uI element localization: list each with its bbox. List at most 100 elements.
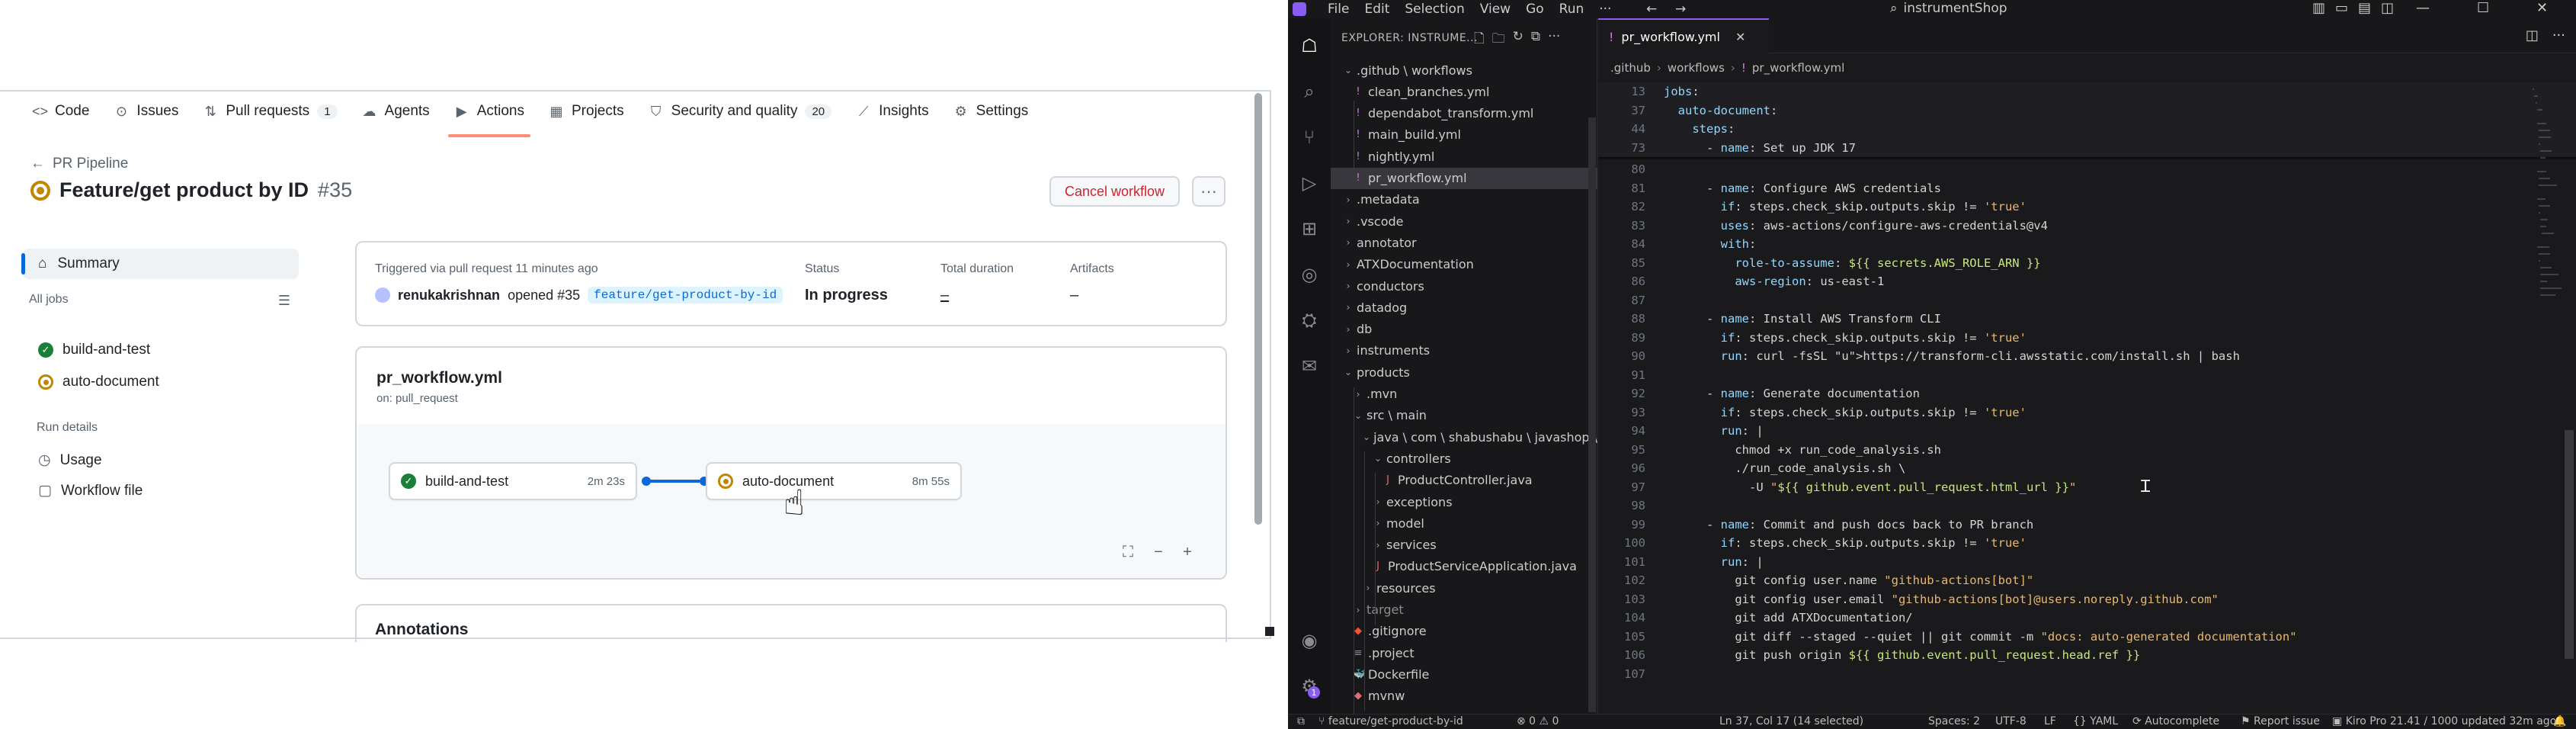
sidebar-item-usage[interactable]: ◷ Usage [38,451,102,469]
fullscreen-icon[interactable]: ⛶ [1114,540,1142,564]
actor-link[interactable]: renukakrishnan [398,287,500,303]
code-line[interactable]: 86 aws-region: us-east-1 [1598,272,2576,291]
tree-item[interactable]: ⌄ .github \ workflows [1331,59,1597,81]
tree-item[interactable]: › resources [1331,577,1597,599]
layout-toggle-icon[interactable]: ▥ [2312,0,2325,16]
tab-issues[interactable]: ⊙ Issues [101,96,191,127]
status-report-issue[interactable]: ⚑ Report issue [2241,715,2320,727]
menu-go[interactable]: Go [1518,2,1552,17]
code-line[interactable]: 91 [1598,366,2576,385]
tree-item[interactable]: ! clean_branches.yml [1331,81,1597,102]
code-line[interactable]: 107 [1598,665,2576,684]
tree-item[interactable]: › model [1331,512,1597,534]
breadcrumb-github[interactable]: .github [1610,61,1651,75]
github-mail-icon[interactable]: ✉ [1294,351,1325,381]
code-line[interactable]: 99 - name: Commit and push docs back to … [1598,515,2576,535]
sticky-scroll-line[interactable]: 37 auto-document: [1598,101,2576,120]
tab-insights[interactable]: ⟋ Insights [844,96,940,127]
menu-selection[interactable]: Selection [1397,2,1472,17]
code-line[interactable]: 106 git push origin ${{ github.event.pul… [1598,646,2576,665]
tab-actions[interactable]: ▶ Actions [442,96,537,137]
status-cursor-position[interactable]: Ln 37, Col 17 (14 selected) [1719,715,1863,727]
panel-toggle-icon[interactable]: ▭ [2335,0,2348,16]
code-line[interactable]: 88 - name: Install AWS Transform CLI [1598,310,2576,329]
tree-item[interactable]: ! nightly.yml [1331,146,1597,167]
tree-item[interactable]: › conductors [1331,275,1597,297]
zoom-out-icon[interactable]: − [1145,540,1172,564]
tree-item[interactable]: 🐳 Dockerfile [1331,663,1597,685]
status-plan[interactable]: ▣ Kiro Pro 21.41 / 1000 updated 32m ago [2332,715,2556,727]
status-encoding[interactable]: UTF-8 [1995,715,2027,727]
tree-item[interactable]: › exceptions [1331,491,1597,512]
tree-item[interactable]: ! dependabot_transform.yml [1331,103,1597,124]
remote-icon[interactable]: ◎ [1294,259,1325,290]
sidebar-item-summary[interactable]: ⌂ Summary [21,249,299,279]
tab-code[interactable]: <> Code [20,96,101,127]
back-arrow-icon[interactable]: ← [1646,2,1657,17]
tree-item[interactable]: ! main_build.yml [1331,124,1597,146]
more-actions-icon[interactable]: ··· [1548,29,1560,51]
minimize-icon[interactable]: — [2416,0,2430,16]
sticky-scroll-line[interactable]: 44 steps: [1598,120,2576,139]
tree-item[interactable]: ⌄ products [1331,361,1597,383]
menu-view[interactable]: View [1472,2,1518,17]
back-to-workflow-link[interactable]: ← PR Pipeline [30,156,128,172]
close-window-icon[interactable]: ✕ [2536,0,2548,16]
settings-sync-icon[interactable]: ⛭ [1294,305,1325,336]
collapse-all-icon[interactable]: ⧉ [1531,29,1540,51]
status-autocomplete[interactable]: ⟳ Autocomplete [2132,715,2219,727]
tree-item[interactable]: ◆ mvnw [1331,686,1597,707]
sticky-scroll-line[interactable]: 73 - name: Set up JDK 17 [1598,138,2576,157]
split-editor-icon[interactable]: ◫ [2526,27,2539,43]
kiro-ghost-icon[interactable]: ☖ [1294,31,1325,61]
command-search-box[interactable]: ⌕ instrumentShop [1890,0,2007,17]
status-indentation[interactable]: Spaces: 2 [1928,715,1980,727]
tree-item[interactable]: › .vscode [1331,210,1597,232]
code-line[interactable]: 94 run: | [1598,422,2576,441]
tree-item[interactable]: › annotator [1331,232,1597,253]
tree-item[interactable]: › .mvn [1331,384,1597,405]
tree-item[interactable]: › instruments [1331,340,1597,361]
editor-tab-pr-workflow[interactable]: ! pr_workflow.yml ✕ [1598,18,1769,53]
new-file-icon[interactable]: 🗋 [1474,29,1485,51]
tree-item[interactable]: › .metadata [1331,189,1597,210]
tree-item[interactable]: ≡ .project [1331,642,1597,663]
code-line[interactable]: 96 ./run_code_analysis.sh \ [1598,459,2576,478]
branch-chip[interactable]: feature/get-product-by-id [588,287,783,303]
code-line[interactable]: 103 git config user.email "github-action… [1598,590,2576,609]
customize-layout-icon[interactable]: ◫ [2381,0,2394,16]
tab-projects[interactable]: ▦ Projects [537,96,636,127]
code-line[interactable]: 82 if: steps.check_skip.outputs.skip != … [1598,198,2576,217]
menu-run[interactable]: Run [1552,2,1592,17]
sidebar-item-workflow-file[interactable]: ▢ Workflow file [38,482,143,499]
sidebar-job-build-and-test[interactable]: ✓ build-and-test [38,342,150,358]
new-folder-icon[interactable]: 🗀 [1492,29,1505,51]
tree-item[interactable]: ⌄ java \ com \ shabushabu \ javashop \ p.… [1331,426,1597,448]
sidebar-job-auto-document[interactable]: auto-document [38,374,159,390]
sticky-scroll-line[interactable]: 13 jobs: [1598,82,2576,101]
code-line[interactable]: 97 -U "${{ github.event.pull_request.htm… [1598,478,2576,497]
cancel-workflow-button[interactable]: Cancel workflow [1049,176,1181,207]
code-line[interactable]: 92 - name: Generate documentation [1598,384,2576,403]
zoom-in-icon[interactable]: + [1174,540,1201,564]
run-debug-icon[interactable]: ▷ [1294,168,1325,198]
tree-item[interactable]: › db [1331,319,1597,340]
code-line[interactable]: 87 [1598,291,2576,310]
status-problems[interactable]: ⊗ 0 ⚠ 0 [1517,715,1559,727]
breadcrumb-file[interactable]: pr_workflow.yml [1752,61,1844,75]
tree-item[interactable]: › ATXDocumentation [1331,254,1597,275]
notifications-bell-icon[interactable]: 🔔 [2553,715,2566,727]
code-line[interactable]: 80 [1598,160,2576,179]
filter-icon[interactable]: ☰ [273,290,296,311]
menu-edit[interactable]: Edit [1357,2,1397,17]
code-line[interactable]: 89 if: steps.check_skip.outputs.skip != … [1598,329,2576,348]
extensions-icon[interactable]: ⊞ [1294,214,1325,244]
page-scrollbar[interactable] [1254,93,1262,525]
minimap[interactable] [2533,82,2563,311]
tree-item[interactable]: J ProductController.java [1331,470,1597,491]
tab-pull-requests[interactable]: ⇅ Pull requests 1 [191,96,349,127]
status-eol[interactable]: LF [2044,715,2056,727]
tree-item[interactable]: › datadog [1331,297,1597,318]
tab-security[interactable]: ⛉ Security and quality 20 [636,96,844,127]
code-line[interactable]: 85 role-to-assume: ${{ secrets.AWS_ROLE_… [1598,254,2576,273]
